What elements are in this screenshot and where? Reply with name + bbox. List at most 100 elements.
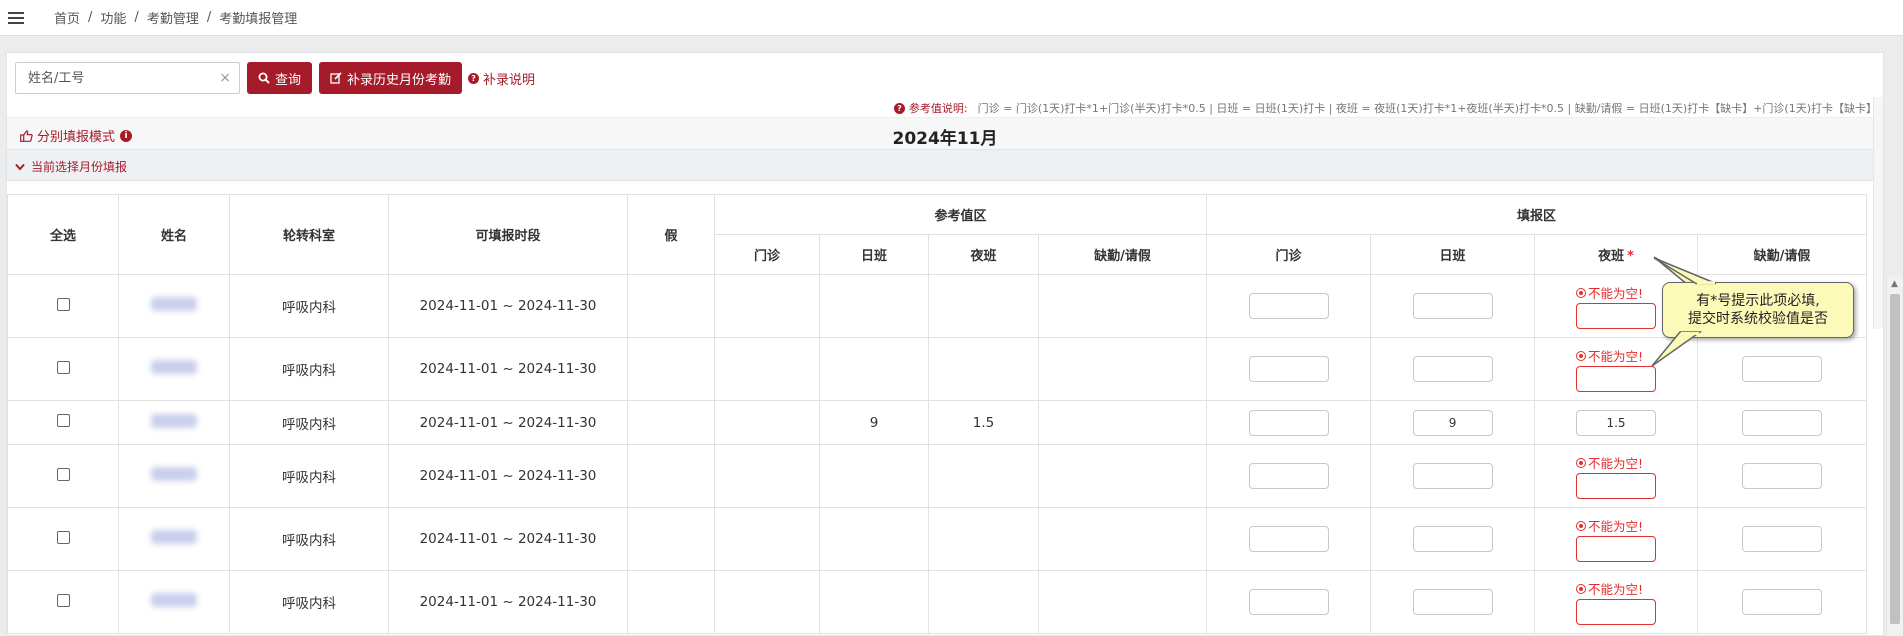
row-checkbox[interactable] [56,414,70,427]
fill-absence-input[interactable] [1742,356,1823,382]
ref-day-shift-cell [819,274,929,338]
error-message: 不能为空! [1576,283,1643,302]
clear-icon[interactable]: × [219,70,231,86]
fill-outpatient-input[interactable] [1248,589,1329,615]
question-icon: ? [468,72,480,84]
header-reference-group: 参考值区 [713,194,1208,235]
fill-outpatient-input[interactable] [1248,356,1329,382]
ref-absence-cell [1037,507,1208,571]
ref-night-shift-cell [928,570,1039,634]
fill-absence-input[interactable] [1742,589,1823,615]
fill-absence-input[interactable] [1742,526,1823,552]
header-select-all[interactable]: 全选 [7,194,119,275]
error-text: 不能为空! [1588,456,1644,472]
breadcrumb-attendance[interactable]: 考勤管理 [147,8,199,27]
night-shift-required: 不能为空! [1576,516,1657,563]
fill-night-shift-input[interactable] [1576,599,1657,626]
night-shift-required: 不能为空! [1576,453,1657,500]
ref-day-shift-cell [819,507,929,571]
header-department: 轮转科室 [229,194,389,275]
ref-absence-cell [1037,570,1208,634]
fill-night-shift-input[interactable] [1576,409,1657,436]
table-scrollbar[interactable]: ▲ [1886,276,1903,636]
period-cell: 2024-11-01 ~ 2024-11-30 [388,570,628,634]
error-message: 不能为空! [1576,453,1643,472]
fill-day-shift-input[interactable] [1412,356,1493,382]
row-checkbox[interactable] [56,593,70,607]
redacted-name [151,360,197,374]
breadcrumb-home[interactable]: 首页 [54,8,80,27]
select-cell [7,274,119,338]
period-cell: 2024-11-01 ~ 2024-11-30 [388,507,628,571]
fill-night-shift-input[interactable] [1576,303,1657,330]
error-text: 不能为空! [1588,582,1644,598]
ref-outpatient-cell [714,507,820,571]
fill-absence-input[interactable] [1742,409,1823,436]
scrollbar-thumb[interactable] [1890,294,1900,624]
menu-icon[interactable] [8,11,24,24]
table-row: 呼吸内科 2024-11-01 ~ 2024-11-30 不能为空! [7,570,1868,634]
section-toggle[interactable]: 当前选择月份填报 [15,158,127,175]
error-text: 不能为空! [1588,286,1644,302]
row-checkbox[interactable] [56,297,70,311]
tooltip-pointer-lower [1651,331,1703,367]
header-ref-outpatient: 门诊 [714,234,820,275]
fill-night-shift-cell [1534,400,1699,445]
select-cell [7,400,119,445]
fill-day-shift-input[interactable] [1412,409,1493,436]
error-icon [1576,350,1587,361]
ref-outpatient-cell [714,570,820,634]
fill-day-shift-input[interactable] [1412,589,1493,615]
fill-outpatient-input[interactable] [1248,409,1329,436]
search-input[interactable] [16,63,239,93]
error-text: 不能为空! [1588,519,1644,535]
fill-outpatient-input[interactable] [1248,293,1329,319]
chevron-down-icon [15,163,25,171]
header-fill-group: 填报区 [1206,194,1868,235]
fill-night-shift-input[interactable] [1576,366,1657,393]
night-shift-required: 不能为空! [1576,283,1657,330]
ref-absence-cell [1037,274,1208,338]
fill-outpatient-cell [1206,274,1372,338]
header-ref-day-shift: 日班 [819,234,929,275]
name-cell [118,274,230,338]
leave-cell [627,444,715,508]
fill-night-shift-input[interactable] [1576,536,1657,563]
fill-day-shift-input[interactable] [1412,293,1493,319]
fill-absence-input[interactable] [1742,463,1823,489]
fill-day-shift-cell [1370,337,1536,401]
fill-absence-cell [1697,444,1868,508]
fill-absence-cell [1697,507,1868,571]
horizontal-edge-scroll [1873,97,1883,329]
row-checkbox[interactable] [56,360,70,374]
fill-day-shift-input[interactable] [1412,463,1493,489]
fill-outpatient-cell [1206,507,1372,571]
fill-outpatient-cell [1206,570,1372,634]
fill-outpatient-input[interactable] [1248,463,1329,489]
scroll-up-icon[interactable]: ▲ [1891,279,1898,289]
fill-outpatient-cell [1206,400,1372,445]
supplement-history-button[interactable]: 补录历史月份考勤 [319,62,463,94]
row-checkbox[interactable] [56,467,70,481]
attendance-table: 全选 姓名 轮转科室 可填报时段 假 参考值区 填报区 门诊 日班 夜班 缺勤/… [7,194,1868,634]
top-bar: 首页 / 功能 / 考勤管理 / 考勤填报管理 [0,0,1903,36]
query-button[interactable]: 查询 [247,62,313,94]
error-icon [1576,520,1587,531]
row-checkbox[interactable] [56,530,70,544]
fill-day-shift-input[interactable] [1412,526,1493,552]
supplement-help-link[interactable]: ? 补录说明 [468,69,535,88]
leave-cell [627,274,715,338]
table-row: 呼吸内科 2024-11-01 ~ 2024-11-30 不能为空! [7,444,1868,508]
fill-night-shift-input[interactable] [1576,473,1657,500]
breadcrumb-current: 考勤填报管理 [219,12,298,27]
breadcrumb-function[interactable]: 功能 [100,8,126,27]
reference-note-title: 参考值说明: [908,102,968,115]
ref-night-shift-cell [928,337,1039,401]
error-message: 不能为空! [1576,579,1643,598]
department-cell: 呼吸内科 [229,337,389,401]
fill-outpatient-cell [1206,444,1372,508]
fill-outpatient-input[interactable] [1248,526,1329,552]
table-body: 呼吸内科 2024-11-01 ~ 2024-11-30 不能为空! 呼吸内科 2024… [7,274,1868,634]
tooltip-line-2: 提交时系统校验值是否 [1688,311,1828,327]
month-title: 2024年11月 [892,129,998,149]
